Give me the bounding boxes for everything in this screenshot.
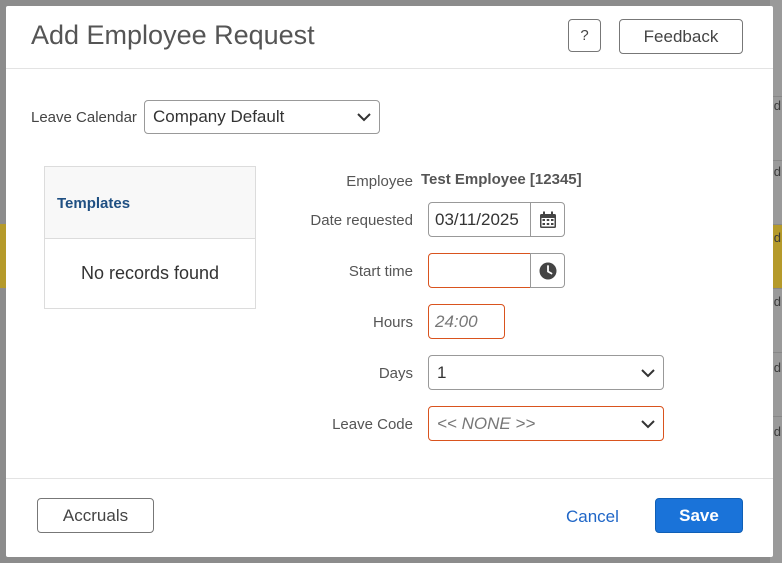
add-employee-request-dialog: Add Employee Request ? Feedback Leave Ca… — [6, 6, 773, 557]
leave-code-select[interactable]: << NONE >> — [428, 406, 664, 441]
dialog-header: Add Employee Request ? Feedback — [6, 6, 773, 69]
feedback-button[interactable]: Feedback — [619, 19, 743, 54]
time-picker-button[interactable] — [530, 253, 565, 288]
leave-code-value: << NONE >> — [437, 413, 536, 433]
dialog-footer: Accruals Cancel Save — [6, 478, 773, 557]
days-label: Days — [378, 365, 413, 382]
calendar-button[interactable] — [530, 202, 565, 237]
save-button[interactable]: Save — [655, 498, 743, 533]
start-time-label: Start time — [348, 263, 413, 280]
background-text: d — [773, 294, 781, 309]
calendar-icon — [539, 211, 556, 228]
leave-calendar-select[interactable]: Company Default — [144, 100, 380, 134]
date-requested-value: 03/11/2025 — [435, 209, 519, 229]
clock-icon — [539, 262, 556, 279]
leave-code-label: Leave Code — [332, 416, 413, 433]
days-select[interactable]: 1 — [428, 355, 664, 390]
chevron-down-icon — [641, 368, 655, 377]
leave-calendar-value: Company Default — [153, 107, 285, 126]
hours-label: Hours — [372, 314, 413, 331]
cancel-link[interactable]: Cancel — [566, 507, 619, 527]
hours-placeholder: 24:00 — [435, 311, 478, 331]
chevron-down-icon — [641, 419, 655, 428]
employee-value: Test Employee [12345] — [421, 171, 582, 188]
accruals-button[interactable]: Accruals — [37, 498, 154, 533]
chevron-down-icon — [357, 113, 371, 122]
dialog-title: Add Employee Request — [31, 20, 315, 50]
date-requested-label: Date requested — [310, 212, 413, 229]
employee-label: Employee — [346, 173, 413, 190]
background-text: d — [773, 360, 781, 375]
background-text: d — [773, 424, 781, 439]
hours-input[interactable]: 24:00 — [428, 304, 505, 339]
start-time-input[interactable] — [428, 253, 531, 288]
templates-header-label: Templates — [57, 195, 131, 212]
background-text: d — [773, 164, 781, 179]
background-text: d — [773, 98, 781, 113]
leave-calendar-label: Leave Calendar — [31, 109, 137, 126]
background-text: d — [773, 230, 781, 245]
days-value: 1 — [437, 362, 447, 382]
date-requested-input[interactable]: 03/11/2025 — [428, 202, 531, 237]
help-button[interactable]: ? — [568, 19, 601, 52]
